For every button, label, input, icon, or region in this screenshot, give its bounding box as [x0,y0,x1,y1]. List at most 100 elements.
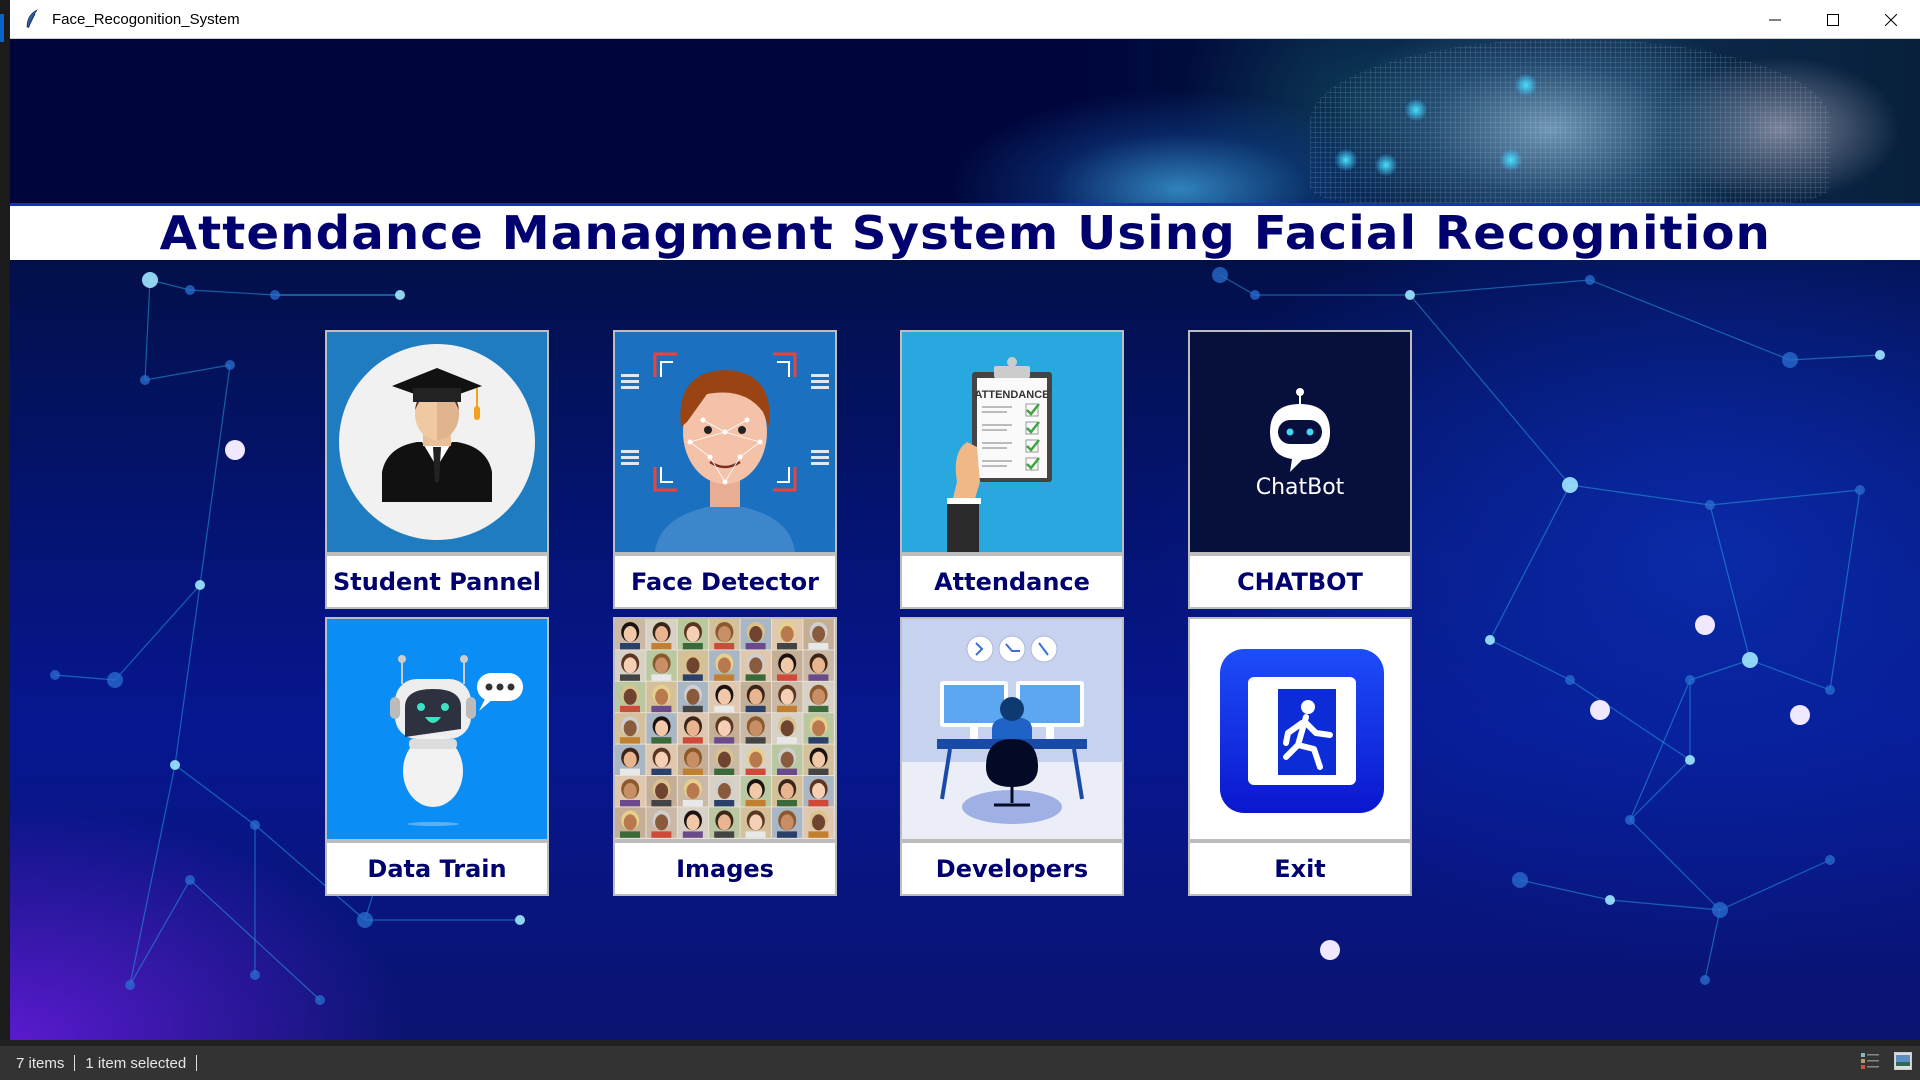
feather-icon [22,9,42,29]
network-line [1489,639,1571,681]
network-line [1704,909,1721,981]
network-line [1689,659,1751,681]
attendance-button[interactable]: ATTENDANCE Attendance [900,330,1124,610]
student-pannel-button[interactable]: Student Pannel [325,330,549,610]
network-node [1565,675,1575,685]
network-node [1685,675,1695,685]
network-node [140,375,150,385]
chatbot-label: CHATBOT [1188,554,1412,609]
network-node [1625,815,1635,825]
minimize-button[interactable] [1746,0,1804,39]
exit-label: Exit [1188,841,1412,896]
network-line [144,279,151,381]
window-title: Face_Recogonition_System [52,10,240,28]
network-node [1712,902,1728,918]
network-node [515,915,525,925]
selection-status: 1 item selected [85,1054,187,1072]
close-button[interactable] [1862,0,1920,39]
network-node [1705,500,1715,510]
network-node [1585,275,1595,285]
item-count: 7 items [16,1054,65,1072]
network-line [1749,659,1831,691]
network-line [1709,504,1751,661]
network-line [1789,354,1881,361]
network-node [1855,485,1865,495]
network-line [1829,489,1861,691]
network-line [1569,484,1711,506]
network-background: Student Pannel Face Detector ATTENDANCE … [10,260,1920,1040]
title-strip: Attendance Managment System Using Facial… [10,203,1920,260]
chatbot-image-text: ChatBot [1256,475,1345,500]
attendance-image-text: ATTENDANCE [975,389,1050,401]
network-node [185,875,195,885]
network-line [1489,484,1571,641]
network-node [315,995,325,1005]
network-node [142,272,158,288]
network-node [357,912,373,928]
glow-node [1320,940,1340,960]
maximize-button[interactable] [1804,0,1862,39]
network-line [1409,279,1591,296]
face-scan-icon [613,330,837,554]
network-node [1485,635,1495,645]
network-node [125,980,135,990]
title-bar[interactable]: Face_Recogonition_System [10,0,1920,39]
chatbot-button[interactable]: ChatBot CHATBOT [1188,330,1412,610]
network-node [107,672,123,688]
glow-node [1590,700,1610,720]
network-node [50,670,60,680]
network-node [1405,290,1415,300]
network-line [144,364,231,381]
background-app-edge [0,0,10,1040]
data-train-button[interactable]: Data Train [325,617,549,897]
network-line [199,364,231,586]
face-grid-icon [613,617,837,841]
network-line [1609,899,1721,911]
network-node [270,290,280,300]
network-node [1512,872,1528,888]
glow-node [1695,615,1715,635]
network-line [189,289,276,296]
network-line [1629,819,1721,911]
network-node [1605,895,1615,905]
network-node [1782,352,1798,368]
network-node [1562,477,1578,493]
network-line [174,584,201,766]
header-banner-image [10,39,1920,203]
network-node [250,820,260,830]
network-node [1250,290,1260,300]
student-pannel-label: Student Pannel [325,554,549,609]
developer-desk-icon [900,617,1124,841]
network-line [1709,489,1861,506]
network-line [1629,759,1691,821]
network-node [1742,652,1758,668]
developers-button[interactable]: Developers [900,617,1124,897]
network-node [1825,685,1835,695]
glow-node [225,440,245,460]
attendance-label: Attendance [900,554,1124,609]
minimize-icon [1769,19,1781,20]
developers-label: Developers [900,841,1124,896]
network-node [1875,350,1885,360]
large-icons-view-icon[interactable] [1894,1052,1912,1074]
exit-button[interactable]: Exit [1188,617,1412,897]
page-title: Attendance Managment System Using Facial… [159,206,1771,260]
network-line [129,764,176,986]
images-button[interactable]: Images [613,617,837,897]
network-line [114,584,201,681]
network-line [1519,879,1611,901]
network-node [250,970,260,980]
network-node [225,360,235,370]
network-node [185,285,195,295]
view-toggle-group [1860,1052,1912,1074]
network-node [1685,755,1695,765]
face-detector-button[interactable]: Face Detector [613,330,837,610]
network-node [1825,855,1835,865]
robot-assistant-icon [325,617,549,841]
network-line [54,674,116,681]
network-node [1700,975,1710,985]
app-window: Face_Recogonition_System Attendance Mana… [10,0,1920,1040]
details-view-icon[interactable] [1860,1052,1880,1074]
status-divider [196,1055,198,1071]
glow-node [1790,705,1810,725]
